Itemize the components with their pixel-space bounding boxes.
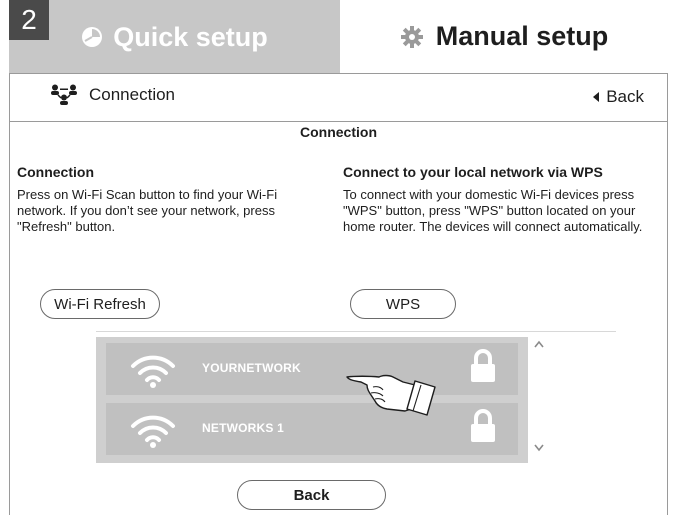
back-button[interactable]: Back <box>237 480 386 510</box>
sub-header: Connection Back <box>9 74 668 122</box>
clock-icon <box>82 27 103 47</box>
network-name: NETWORKS 1 <box>202 421 285 435</box>
gear-icon <box>400 25 423 48</box>
connection-info: Connection Press on Wi-Fi Scan button to… <box>17 164 322 235</box>
wifi-icon <box>131 415 175 448</box>
connection-description: Press on Wi-Fi Scan button to find your … <box>17 187 278 234</box>
back-link-label: Back <box>606 87 644 106</box>
network-name: YOURNETWORK <box>202 361 301 375</box>
wifi-icon <box>131 355 175 388</box>
tab-quick-setup[interactable]: Quick setup <box>9 0 340 74</box>
breadcrumb-label: Connection <box>89 85 176 104</box>
users-network-icon <box>51 84 77 105</box>
wps-button[interactable]: WPS <box>350 289 456 319</box>
wps-title: Connect to your local network via WPS <box>343 164 603 180</box>
network-row[interactable]: YOURNETWORK <box>106 343 518 395</box>
network-list[interactable]: YOURNETWORK NETWORKS 1 <box>96 337 528 463</box>
tab-quick-setup-label: Quick setup <box>113 21 268 52</box>
network-row[interactable]: NETWORKS 1 <box>106 403 518 455</box>
tab-quick-setup-content: Quick setup <box>9 0 340 74</box>
breadcrumb: Connection <box>49 84 175 106</box>
tab-manual-setup[interactable]: Manual setup <box>340 0 668 74</box>
pointing-hand-icon <box>346 374 436 416</box>
wps-info: Connect to your local network via WPS To… <box>343 164 643 235</box>
tab-manual-setup-label: Manual setup <box>435 21 609 51</box>
back-button-label: Back <box>293 486 330 504</box>
step-badge: 2 <box>9 0 49 40</box>
scroll-down-icon[interactable] <box>532 440 546 454</box>
section-title: Connection <box>300 124 377 140</box>
scroll-up-icon[interactable] <box>532 338 546 352</box>
wps-description: To connect with your domestic Wi-Fi devi… <box>343 187 643 234</box>
back-link-top[interactable]: Back <box>593 87 644 107</box>
divider <box>96 331 616 332</box>
lock-icon <box>471 409 495 442</box>
connection-title: Connection <box>17 164 94 180</box>
lock-icon <box>471 349 495 382</box>
chevron-left-icon <box>593 92 600 102</box>
wifi-refresh-button[interactable]: Wi-Fi Refresh <box>40 289 160 319</box>
